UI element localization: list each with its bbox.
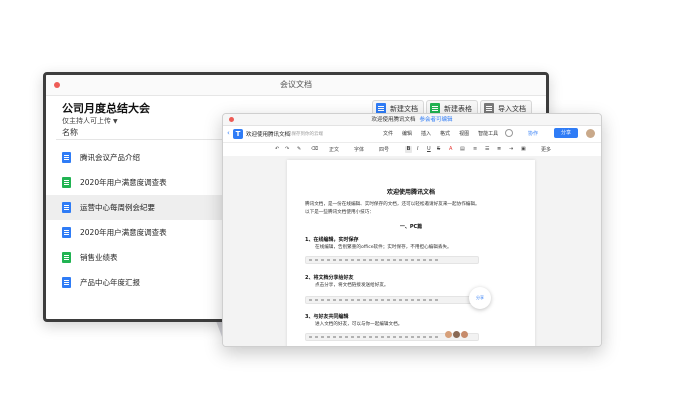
image-icon[interactable]: ▣ — [521, 146, 526, 152]
editor-topbar: ‹ T 欢迎使用腾讯文档 已保存到你的云端 文件 编辑 插入 格式 视图 智能工… — [223, 126, 601, 143]
list-header-name: 名称 — [62, 128, 78, 137]
doc-name: 欢迎使用腾讯文档 — [246, 132, 291, 138]
style-select[interactable]: 正文 — [329, 146, 339, 153]
avatar — [461, 331, 468, 338]
history-clock-icon[interactable] — [505, 129, 513, 137]
file-name: 2020年用户满意度调查表 — [80, 228, 167, 237]
collaborator-avatars — [445, 331, 469, 338]
tip-3-title: 3、与好友共同编辑 — [305, 314, 349, 320]
file-name: 腾讯会议产品介绍 — [80, 153, 140, 162]
tip-2-text: 点击分享，将文档链接发送给好友。 — [315, 283, 389, 288]
doc-icon — [62, 152, 71, 163]
back-arrow-icon[interactable]: ‹ — [227, 129, 230, 137]
menu-insert[interactable]: 插入 — [421, 130, 431, 137]
editor-titlebar: 欢迎使用腾讯文档 参会者可编辑 — [223, 114, 601, 126]
menu-edit[interactable]: 编辑 — [402, 130, 412, 137]
font-size-select[interactable]: 四号 — [379, 146, 389, 153]
align-icon[interactable]: ≣ — [497, 146, 501, 152]
format-toolbar: ↶ ↷ ✎ ⌫ 正文 字体 四号 B I U S A ▤ ≡ ☰ ≣ ⇥ ▣ 更… — [223, 143, 601, 157]
bold-button[interactable]: B — [405, 146, 412, 153]
italic-button[interactable]: I — [417, 146, 418, 152]
redo-icon[interactable]: ↷ — [285, 146, 289, 152]
doc-icon — [62, 227, 71, 238]
share-bubble: 分享 — [469, 287, 491, 309]
editor-title-text: 欢迎使用腾讯文档 — [371, 117, 416, 123]
list-icon[interactable]: ≡ — [473, 146, 477, 152]
doc-icon — [62, 277, 71, 288]
avatar[interactable] — [586, 129, 595, 138]
screenshot-toolbar-strip — [305, 296, 479, 304]
caret-down-icon: ▼ — [113, 118, 118, 125]
file-row-selected[interactable]: 运营中心每周例会纪要 — [46, 195, 226, 220]
document-page[interactable]: 欢迎使用腾讯文档 腾讯文档，是一份在线编辑、实时保存的文档，还可以轻松邀请好友来… — [287, 160, 535, 346]
menu-smart-tools[interactable]: 智能工具 — [478, 130, 498, 137]
file-name: 2020年用户满意度调查表 — [80, 178, 167, 187]
screenshot-toolbar-strip — [305, 256, 479, 264]
upload-permission-dropdown[interactable]: 仅主持人可上传 ▼ — [62, 116, 118, 126]
menu-file[interactable]: 文件 — [383, 130, 393, 137]
underline-button[interactable]: U — [427, 146, 431, 152]
more-button[interactable]: 更多 — [541, 146, 551, 153]
section-heading: 一、PC篇 — [399, 224, 423, 230]
import-doc-label: 导入文档 — [498, 104, 526, 113]
upload-permission-label: 仅主持人可上传 — [62, 117, 111, 125]
highlight-icon[interactable]: ▤ — [460, 146, 465, 152]
clear-format-icon[interactable]: ⌫ — [311, 146, 318, 152]
window-title: 会议文档 — [280, 80, 312, 89]
file-name: 产品中心年度汇报 — [80, 278, 140, 287]
collaborate-button[interactable]: 协作 — [528, 130, 538, 137]
editor-canvas: 欢迎使用腾讯文档 腾讯文档，是一份在线编辑、实时保存的文档，还可以轻松邀请好友来… — [223, 156, 601, 346]
strikethrough-button[interactable]: S — [437, 146, 440, 152]
intro-paragraph: 腾讯文档，是一份在线编辑、实时保存的文档，还可以轻松邀请好友来一起协作编辑。 — [305, 202, 480, 207]
font-color-button[interactable]: A — [449, 146, 452, 152]
file-row[interactable]: 产品中心年度汇报 — [46, 270, 216, 295]
saved-status: 已保存到你的云端 — [287, 131, 323, 137]
folder-title: 公司月度总结大会 — [62, 102, 150, 115]
tip-3-text: 进入文档的好友，可以与你一起编辑文档。 — [315, 322, 403, 327]
share-button[interactable]: 分享 — [554, 128, 578, 138]
window-titlebar: 会议文档 — [46, 75, 546, 96]
file-row[interactable]: 销售业绩表 — [46, 245, 216, 270]
file-name: 运营中心每周例会纪要 — [80, 203, 155, 212]
sheet-icon — [62, 177, 71, 188]
new-doc-label: 新建文档 — [390, 104, 418, 113]
avatar — [445, 331, 452, 338]
sheet-icon — [62, 252, 71, 263]
format-painter-icon[interactable]: ✎ — [297, 146, 301, 152]
avatar — [453, 331, 460, 338]
intro-paragraph-2: 以下是一些腾讯文档使用小技巧： — [305, 210, 374, 215]
numbered-list-icon[interactable]: ☰ — [485, 146, 489, 152]
menu-format[interactable]: 格式 — [440, 130, 450, 137]
tip-1-text: 在线编辑，告别繁重的office软件；实时保存，不用担心编辑丢失。 — [315, 245, 452, 250]
undo-icon[interactable]: ↶ — [275, 146, 279, 152]
menu-bar: 文件 编辑 插入 格式 视图 智能工具 — [383, 130, 507, 137]
menu-view[interactable]: 视图 — [459, 130, 469, 137]
file-row[interactable]: 腾讯会议产品介绍 — [46, 145, 216, 170]
edit-permission-label[interactable]: 参会者可编辑 — [420, 117, 453, 123]
new-sheet-label: 新建表格 — [444, 104, 472, 113]
doc-heading: 欢迎使用腾讯文档 — [386, 189, 435, 196]
tip-1-title: 1、在线编辑，实时保存 — [305, 237, 359, 243]
indent-icon[interactable]: ⇥ — [509, 146, 513, 152]
file-row[interactable]: 2020年用户满意度调查表 — [46, 220, 216, 245]
doc-editor-window: 欢迎使用腾讯文档 参会者可编辑 ‹ T 欢迎使用腾讯文档 已保存到你的云端 文件 … — [222, 113, 602, 347]
file-row[interactable]: 2020年用户满意度调查表 — [46, 170, 216, 195]
font-select[interactable]: 字体 — [354, 146, 364, 153]
tip-2-title: 2、将文档分享给好友 — [305, 275, 354, 281]
file-name: 销售业绩表 — [80, 253, 118, 262]
doc-icon — [62, 202, 71, 213]
editor-window-title: 欢迎使用腾讯文档 参会者可编辑 — [223, 115, 601, 123]
tencent-docs-logo-icon: T — [233, 129, 243, 139]
